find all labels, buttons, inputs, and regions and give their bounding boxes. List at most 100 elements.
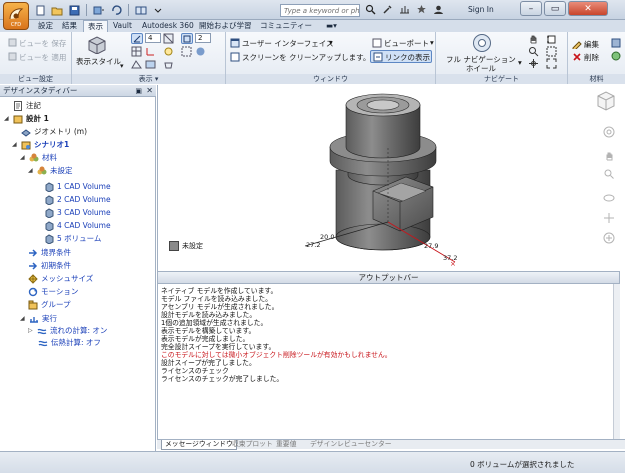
tree-node-flow-calc[interactable]: ▷ 流れの計算: オン bbox=[28, 325, 107, 336]
transparency-icon[interactable] bbox=[181, 46, 192, 59]
tree-node-volume-1[interactable]: 1 CAD Volume bbox=[44, 181, 111, 193]
look-at-icon[interactable] bbox=[528, 58, 539, 71]
tab-results[interactable]: 結果 bbox=[58, 20, 81, 32]
tree-node-volume-5[interactable]: 5 ボリューム bbox=[44, 233, 101, 245]
pan-icon[interactable] bbox=[602, 150, 616, 162]
look-at-icon[interactable] bbox=[602, 212, 616, 224]
dual-window-icon[interactable] bbox=[134, 4, 148, 17]
tab-setup[interactable]: 設定 bbox=[34, 20, 57, 32]
output-bar-header[interactable]: アウトプットバー bbox=[157, 271, 620, 284]
tree-node-run[interactable]: ◢ 実行 bbox=[20, 313, 57, 324]
subscription-icon[interactable] bbox=[398, 3, 411, 16]
user-interface-button[interactable]: ユーザー インターフェイス bbox=[242, 38, 334, 49]
viewcube-icon[interactable] bbox=[595, 89, 617, 115]
apply-view-button[interactable]: ビューを 適用 bbox=[19, 52, 66, 63]
output-scrollbar[interactable] bbox=[613, 284, 620, 439]
tree-node-boundary-conditions[interactable]: 境界条件 bbox=[28, 247, 71, 258]
star-icon[interactable] bbox=[415, 3, 428, 16]
background-icon[interactable] bbox=[145, 59, 156, 72]
color-icon[interactable] bbox=[195, 46, 206, 59]
3d-model[interactable] bbox=[329, 93, 437, 251]
log-line: 設計モデルを読み込みました。 bbox=[161, 311, 257, 319]
outline-icon[interactable] bbox=[163, 59, 174, 72]
tab-message-window[interactable]: メッセージウィンドウ bbox=[161, 440, 237, 450]
link-icon bbox=[373, 52, 383, 64]
open-folder-icon[interactable] bbox=[50, 4, 64, 17]
tab-autodesk-360[interactable]: Autodesk 360 bbox=[138, 20, 198, 32]
clean-screen-button[interactable]: スクリーンを クリーンアップします。 bbox=[242, 52, 370, 63]
user-interface-dropdown-icon[interactable]: ▾ bbox=[329, 38, 333, 47]
orbit-icon[interactable] bbox=[602, 192, 616, 204]
tree-node-heat-calc[interactable]: 伝熱計算: オフ bbox=[38, 337, 101, 348]
save-view-button[interactable]: ビューを 保存 bbox=[19, 38, 66, 49]
axes-icon[interactable] bbox=[145, 46, 156, 59]
tree-label: 境界条件 bbox=[41, 248, 71, 257]
material-globe-icon[interactable] bbox=[611, 51, 621, 63]
section-spin-input[interactable]: 2 bbox=[195, 33, 211, 43]
ribbon-minimize-toggle[interactable]: ▬▾ bbox=[322, 20, 341, 32]
material-library-icon[interactable] bbox=[611, 38, 621, 50]
customize-icon[interactable] bbox=[151, 4, 165, 17]
collapse-icon[interactable]: ◢ bbox=[20, 152, 26, 163]
tree-node-volume-4[interactable]: 4 CAD Volume bbox=[44, 220, 111, 232]
tree-node-unset[interactable]: ◢ 未設定 bbox=[28, 165, 73, 176]
tools-icon[interactable] bbox=[381, 3, 394, 16]
walk-icon[interactable] bbox=[602, 232, 616, 244]
fit-icon[interactable] bbox=[546, 58, 557, 71]
edge-spin-input[interactable]: 4 bbox=[145, 33, 161, 43]
grid-icon[interactable] bbox=[131, 46, 142, 59]
tree-node-mesh-size[interactable]: メッシュサイズ bbox=[28, 273, 93, 284]
tree-node-groups[interactable]: グループ bbox=[28, 299, 71, 310]
tab-community[interactable]: コミュニティー bbox=[256, 20, 316, 32]
collapse-icon[interactable]: ◢ bbox=[4, 113, 10, 124]
display-style-button[interactable]: 表示スタイル bbox=[76, 56, 121, 67]
close-button[interactable]: ✕ bbox=[568, 1, 608, 16]
application-menu-button[interactable]: CFD bbox=[3, 2, 29, 30]
tab-getting-started[interactable]: 開始および学習 bbox=[195, 20, 256, 32]
collapse-icon[interactable]: ◢ bbox=[28, 165, 34, 176]
zoom-icon[interactable] bbox=[602, 168, 616, 180]
tree-node-materials[interactable]: ◢ 材料 bbox=[20, 152, 57, 163]
tree-node-geometry[interactable]: ジオメトリ (m) bbox=[12, 126, 87, 137]
undo-icon[interactable] bbox=[109, 4, 123, 17]
shading-icon[interactable] bbox=[163, 33, 174, 46]
tree-node-motion[interactable]: モーション bbox=[28, 286, 78, 297]
tree-node-initial-conditions[interactable]: 初期条件 bbox=[28, 260, 71, 271]
tree-label: 材料 bbox=[42, 153, 57, 162]
minimize-button[interactable]: – bbox=[520, 1, 542, 16]
perspective-icon[interactable] bbox=[131, 59, 142, 72]
tree-node-volume-2[interactable]: 2 CAD Volume bbox=[44, 194, 111, 206]
sign-in-link[interactable]: Sign In bbox=[468, 5, 494, 14]
viewport-button[interactable]: ビューポート bbox=[384, 38, 429, 49]
graphics-viewport[interactable]: 20.0 27.2 27.9 37.2 × 未設定 bbox=[157, 85, 625, 271]
tab-critical-values[interactable]: 重要値 bbox=[273, 440, 299, 450]
status-bar: 0 ボリュームが選択されました bbox=[0, 451, 625, 473]
search-icon[interactable] bbox=[364, 3, 377, 16]
tab-convergence-plot[interactable]: 収束プロット bbox=[229, 440, 276, 450]
maximize-button[interactable]: ▭ bbox=[544, 1, 566, 16]
tree-node-volume-3[interactable]: 3 CAD Volume bbox=[44, 207, 111, 219]
tree-node-scenario[interactable]: ◢ シナリオ1 bbox=[12, 139, 69, 150]
edit-material-button[interactable]: 編集 bbox=[584, 39, 599, 50]
full-nav-wheel-dropdown-icon[interactable]: ▾ bbox=[518, 58, 522, 67]
save-icon[interactable] bbox=[67, 4, 81, 17]
tree-node-design[interactable]: ◢ 設計 1 bbox=[4, 113, 49, 124]
tab-vault[interactable]: Vault bbox=[109, 20, 136, 32]
user-icon[interactable] bbox=[432, 3, 445, 16]
collapse-icon[interactable]: ◢ bbox=[20, 313, 26, 324]
new-file-icon[interactable] bbox=[33, 4, 47, 17]
close-panel-icon[interactable]: ✕ bbox=[146, 85, 153, 97]
display-style-dropdown-icon[interactable]: ▾ bbox=[120, 62, 124, 70]
search-input[interactable]: Type a keyword or phrase bbox=[280, 4, 360, 17]
viewport-dropdown-icon[interactable]: ▾ bbox=[430, 38, 434, 47]
lighting-icon[interactable] bbox=[163, 46, 174, 59]
collapse-icon[interactable]: ◢ bbox=[12, 139, 18, 150]
projects-icon[interactable] bbox=[92, 4, 106, 17]
steering-wheel-icon[interactable] bbox=[602, 126, 616, 138]
tab-design-review-center[interactable]: デザインレビューセンター bbox=[307, 440, 395, 450]
pin-icon[interactable]: ▣ bbox=[135, 85, 142, 97]
delete-material-button[interactable]: 削除 bbox=[584, 52, 599, 63]
output-log[interactable]: ネイティブ モデルを作成しています。 モデル ファイルを読み込みました。 アセン… bbox=[157, 284, 620, 439]
tree-node-notes[interactable]: 注記 bbox=[4, 100, 41, 111]
expand-icon[interactable]: ▷ bbox=[28, 325, 34, 336]
